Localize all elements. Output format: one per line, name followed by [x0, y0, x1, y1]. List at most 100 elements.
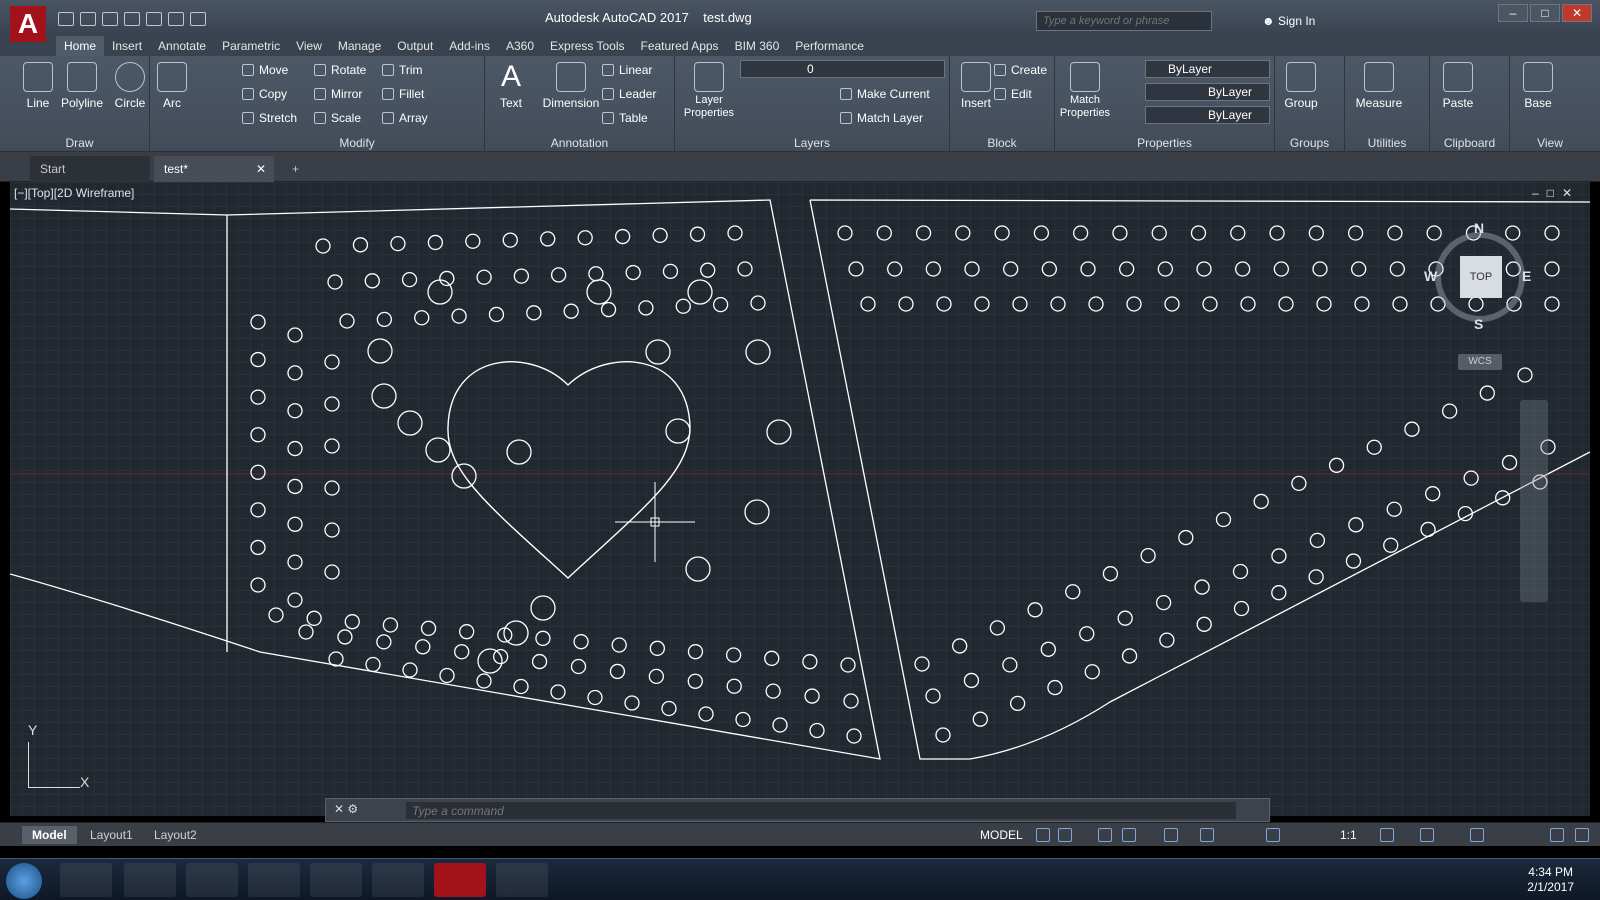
app-taskbar-icon[interactable]	[310, 863, 362, 897]
discord-taskbar-icon[interactable]	[248, 863, 300, 897]
print-icon[interactable]	[146, 12, 162, 26]
annotation-panel-title[interactable]: Annotation	[485, 136, 674, 150]
isolate-objects-icon[interactable]	[1470, 828, 1484, 842]
annotation-scale[interactable]: 1:1	[1336, 826, 1361, 844]
media-player-taskbar-icon[interactable]	[60, 863, 112, 897]
create-block-button[interactable]: Create	[994, 63, 1047, 77]
tab-a360[interactable]: A360	[498, 36, 542, 56]
layer-properties-button[interactable]: Layer Properties	[679, 58, 739, 120]
new-icon[interactable]	[58, 12, 74, 26]
utilities-panel-title[interactable]: Utilities	[1345, 136, 1429, 150]
customize-menu-icon[interactable]	[1575, 828, 1589, 842]
match-properties-button[interactable]: Match Properties	[1057, 58, 1113, 120]
maximize-icon[interactable]: □	[1530, 4, 1560, 22]
tab-featured-apps[interactable]: Featured Apps	[633, 36, 727, 56]
autocad-taskbar-icon[interactable]	[434, 863, 486, 897]
windows-start-icon[interactable]	[6, 863, 42, 899]
tab-view[interactable]: View	[288, 36, 330, 56]
system-clock[interactable]: 4:34 PM 2/1/2017	[1527, 865, 1574, 895]
workspace-gear-icon[interactable]	[1380, 828, 1394, 842]
view-panel-title[interactable]: View	[1510, 136, 1590, 150]
annotation-monitor-icon[interactable]	[1420, 828, 1434, 842]
tab-manage[interactable]: Manage	[330, 36, 389, 56]
compass-north[interactable]: N	[1474, 220, 1484, 236]
tab-add-ins[interactable]: Add-ins	[441, 36, 498, 56]
ortho-icon[interactable]	[1098, 828, 1112, 842]
table-button[interactable]: Table	[602, 111, 648, 125]
tab-insert[interactable]: Insert	[104, 36, 150, 56]
scale-button[interactable]: Scale	[314, 111, 361, 125]
chrome-taskbar-icon[interactable]	[186, 863, 238, 897]
lineweight-dropdown[interactable]: ByLayer	[1145, 106, 1270, 124]
tab-close-icon[interactable]: ✕	[256, 162, 266, 176]
layer-dropdown[interactable]: 0	[740, 60, 945, 78]
clipboard-panel-title[interactable]: Clipboard	[1430, 136, 1509, 150]
group-button[interactable]: Group	[1275, 58, 1327, 110]
layers-panel-title[interactable]: Layers	[675, 136, 949, 150]
tab-output[interactable]: Output	[389, 36, 441, 56]
tab-parametric[interactable]: Parametric	[214, 36, 288, 56]
redo-icon[interactable]	[190, 12, 206, 26]
minimize-icon[interactable]: –	[1498, 4, 1528, 22]
new-tab-button[interactable]: +	[282, 156, 308, 182]
linetype-dropdown[interactable]: ByLayer	[1145, 83, 1270, 101]
fillet-button[interactable]: Fillet	[382, 87, 424, 101]
base-button[interactable]: Base	[1512, 58, 1564, 110]
edit-block-button[interactable]: Edit	[994, 87, 1032, 101]
measure-button[interactable]: Measure	[1349, 58, 1409, 110]
osnap-icon[interactable]	[1164, 828, 1178, 842]
tab-annotate[interactable]: Annotate	[150, 36, 214, 56]
otrack-icon[interactable]	[1200, 828, 1214, 842]
wcs-menu[interactable]: WCS	[1458, 354, 1502, 370]
open-icon[interactable]	[80, 12, 96, 26]
compass-west[interactable]: W	[1424, 268, 1437, 284]
layout-tab-model[interactable]: Model	[22, 826, 77, 844]
dimension-button[interactable]: Dimension	[539, 58, 603, 110]
trim-button[interactable]: Trim	[382, 63, 423, 77]
properties-panel-title[interactable]: Properties	[1055, 136, 1274, 150]
command-input[interactable]	[406, 802, 1236, 819]
tab-performance[interactable]: Performance	[787, 36, 872, 56]
make-current-button[interactable]: Make Current	[840, 87, 930, 101]
compass-east[interactable]: E	[1522, 268, 1531, 284]
navigation-bar[interactable]	[1520, 400, 1548, 602]
tab-home[interactable]: Home	[56, 36, 105, 56]
command-close-icon[interactable]: ✕ ⚙	[334, 802, 358, 816]
fullscreen-icon[interactable]	[1550, 828, 1564, 842]
compass-south[interactable]: S	[1474, 316, 1483, 332]
save-as-icon[interactable]	[124, 12, 140, 26]
groups-panel-title[interactable]: Groups	[1275, 136, 1344, 150]
start-tab[interactable]: Start	[30, 156, 150, 182]
application-menu-button[interactable]: A	[10, 6, 46, 42]
save-icon[interactable]	[102, 12, 118, 26]
snap-icon[interactable]	[1058, 828, 1072, 842]
modify-panel-title[interactable]: Modify	[230, 136, 484, 150]
undo-icon[interactable]	[168, 12, 184, 26]
tab-bim-360[interactable]: BIM 360	[727, 36, 788, 56]
linear-button[interactable]: Linear	[602, 63, 652, 77]
test-tab[interactable]: test* ✕	[154, 156, 274, 182]
drawing-viewport[interactable]: [−][Top][2D Wireframe] –□✕ TOP N S W E W…	[10, 182, 1590, 816]
close-icon[interactable]: ✕	[1562, 4, 1592, 22]
polyline-button[interactable]: Polyline	[56, 58, 108, 110]
block-panel-title[interactable]: Block	[950, 136, 1054, 150]
grid-icon[interactable]	[1036, 828, 1050, 842]
array-button[interactable]: Array	[382, 111, 428, 125]
rotate-button[interactable]: Rotate	[314, 63, 366, 77]
layout-tab-layout1[interactable]: Layout1	[80, 826, 143, 844]
steam-taskbar-icon[interactable]	[372, 863, 424, 897]
warcraft-taskbar-icon[interactable]	[496, 863, 548, 897]
tab-express-tools[interactable]: Express Tools	[542, 36, 632, 56]
text-button[interactable]: A Text	[485, 58, 537, 111]
sign-in-button[interactable]: ☻ Sign In	[1262, 14, 1315, 28]
match-layer-button[interactable]: Match Layer	[840, 111, 923, 125]
paste-button[interactable]: Paste	[1432, 58, 1484, 110]
annotation-visibility-icon[interactable]	[1266, 828, 1280, 842]
draw-panel-title[interactable]: Draw	[10, 136, 149, 150]
arc-button[interactable]: Arc	[146, 58, 198, 110]
polar-icon[interactable]	[1122, 828, 1136, 842]
view-cube[interactable]: TOP N S W E	[1424, 220, 1531, 332]
layout-tab-layout2[interactable]: Layout2	[144, 826, 207, 844]
view-cube-top-face[interactable]: TOP	[1460, 256, 1502, 298]
color-dropdown[interactable]: ByLayer	[1145, 60, 1270, 78]
